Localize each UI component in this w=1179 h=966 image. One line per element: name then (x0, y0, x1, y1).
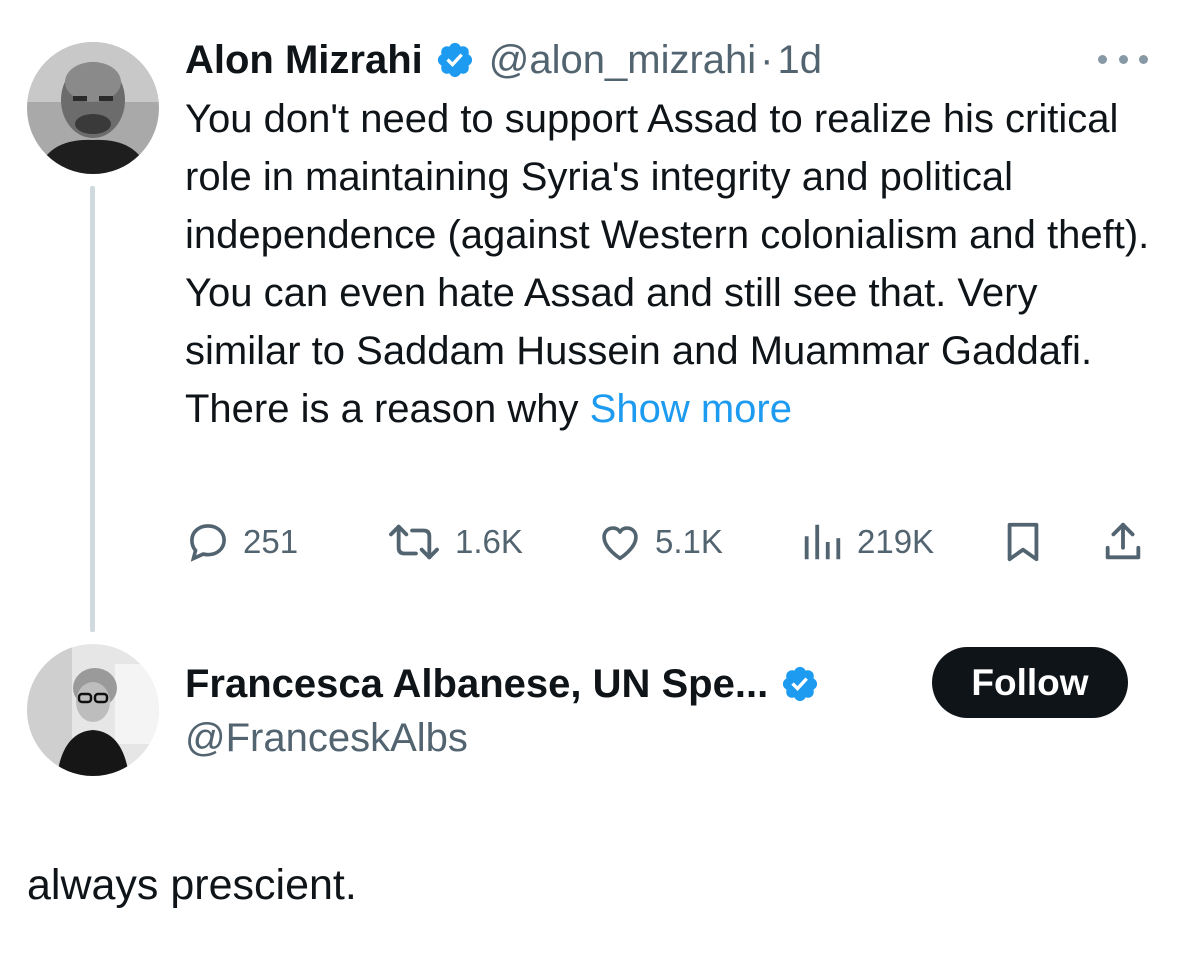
tweet-body: You don't need to support Assad to reali… (185, 97, 1150, 431)
tweet-text: You don't need to support Assad to reali… (185, 90, 1160, 438)
thread-line (90, 186, 95, 632)
reply-author-header: Francesca Albanese, UN Spe... (185, 656, 820, 712)
retweet-count: 1.6K (455, 523, 523, 560)
like-button[interactable]: 5.1K (597, 514, 723, 570)
comment-text: always prescient. (27, 861, 357, 909)
bookmark-button[interactable] (1000, 514, 1046, 570)
heart-icon (602, 526, 638, 561)
share-icon (1105, 522, 1141, 560)
like-count: 5.1K (655, 523, 723, 560)
avatar-image (27, 42, 159, 174)
avatar-francesca-albanese[interactable] (27, 644, 159, 776)
retweet-button[interactable]: 1.6K (385, 514, 523, 570)
separator-dot: · (760, 37, 774, 82)
reply-author-name[interactable]: Francesca Albanese, UN Spe... (185, 662, 768, 707)
more-options-icon[interactable] (1098, 44, 1148, 74)
share-button[interactable] (1100, 514, 1146, 570)
author-name[interactable]: Alon Mizrahi (185, 38, 423, 83)
author-handle[interactable]: @alon_mizrahi (489, 38, 756, 83)
reply-icon (190, 524, 226, 562)
more-dot (1139, 54, 1148, 64)
more-dot (1098, 54, 1107, 64)
follow-button[interactable]: Follow (932, 647, 1128, 718)
timestamp[interactable]: 1d (778, 38, 823, 83)
views-button[interactable]: 219K (799, 514, 934, 570)
verified-badge-icon (780, 664, 820, 704)
avatar-alon-mizrahi[interactable] (27, 42, 159, 174)
reply-author-handle[interactable]: @FranceskAlbs (185, 712, 468, 764)
reply-count: 251 (243, 523, 299, 560)
retweet-icon (389, 524, 439, 560)
verified-badge-icon (435, 40, 475, 80)
reply-button[interactable]: 251 (185, 514, 298, 570)
views-count: 219K (857, 523, 935, 560)
views-chart-icon (804, 524, 841, 560)
avatar-image (27, 644, 159, 776)
bookmark-icon (1007, 522, 1039, 562)
tweet-header: Alon Mizrahi @alon_mizrahi · 1d (185, 32, 822, 88)
tweet-actions: 251 1.6K 5.1K 219K (185, 514, 1150, 570)
show-more-link[interactable]: Show more (590, 387, 792, 431)
more-dot (1118, 54, 1128, 64)
